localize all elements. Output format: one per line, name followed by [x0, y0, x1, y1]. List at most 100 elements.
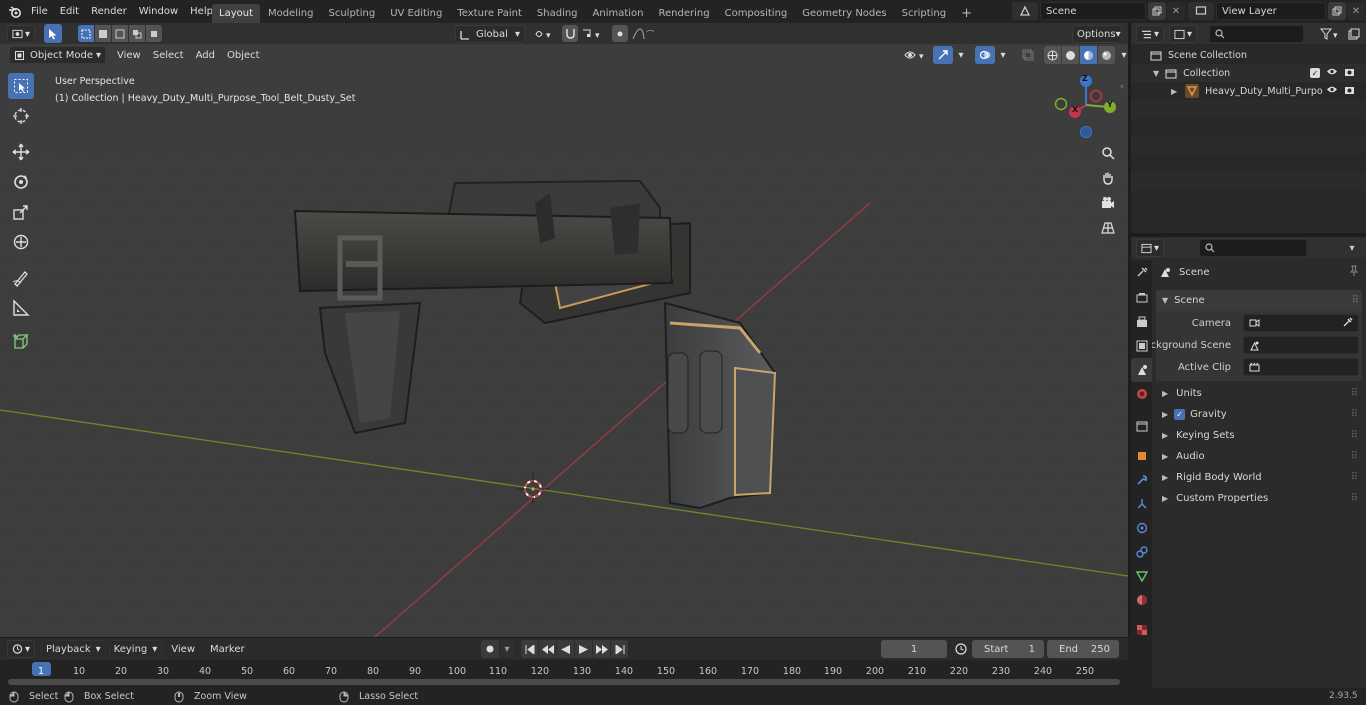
start-frame-field[interactable]: Start 1: [972, 640, 1044, 658]
object-expand-arrow-icon[interactable]: ▶: [1171, 87, 1177, 96]
visibility-icon[interactable]: ▾: [902, 46, 930, 64]
menu-edit[interactable]: Edit: [54, 1, 85, 21]
world-tab-icon[interactable]: [1131, 382, 1152, 406]
falloff-icon[interactable]: ⌒: [630, 25, 656, 42]
tab-layout[interactable]: Layout: [212, 4, 260, 23]
data-tab-icon[interactable]: [1131, 564, 1152, 588]
object-tab-icon[interactable]: [1131, 444, 1152, 468]
frame-ruler[interactable]: 1 10 20 30 40 50 60 70 80 90 100 110 120…: [0, 660, 1128, 678]
tab-shading[interactable]: Shading: [530, 4, 585, 23]
physics-tab-icon[interactable]: [1131, 516, 1152, 540]
copy-view-layer-icon[interactable]: [1328, 2, 1346, 20]
viewport-menu-object[interactable]: Object: [221, 46, 266, 64]
snap-target-icon[interactable]: ▾: [580, 25, 606, 42]
material-tab-icon[interactable]: [1131, 588, 1152, 612]
keying-menu[interactable]: Keying ▾: [108, 640, 163, 658]
section-audio[interactable]: ▶ Audio ⠿: [1156, 446, 1362, 467]
add-cube-tool-icon[interactable]: [8, 329, 34, 355]
close-view-layer-icon[interactable]: ✕: [1347, 2, 1365, 20]
jump-keyframe-forward-icon[interactable]: [593, 640, 610, 658]
tab-sculpting[interactable]: Sculpting: [322, 4, 383, 23]
timeline-body[interactable]: 1 10 20 30 40 50 60 70 80 90 100 110 120…: [0, 660, 1128, 688]
scene-panel-header[interactable]: ▼ Scene ⠿: [1156, 290, 1362, 311]
eyedropper-icon[interactable]: [1343, 317, 1353, 330]
3d-viewport[interactable]: User Perspective (1) Collection | Heavy_…: [0, 23, 1128, 637]
scene-name-field[interactable]: Scene: [1040, 2, 1146, 20]
proportional-edit-icon[interactable]: [612, 25, 628, 42]
tab-modeling[interactable]: Modeling: [261, 4, 321, 23]
collection-render-icon[interactable]: [1344, 67, 1355, 80]
scene-icon[interactable]: [1012, 2, 1038, 20]
object-eye-icon[interactable]: [1326, 85, 1338, 97]
jump-end-icon[interactable]: [611, 640, 628, 658]
gravity-checkbox[interactable]: ✓: [1174, 409, 1186, 420]
constraints-tab-icon[interactable]: [1131, 540, 1152, 564]
rotate-tool-icon[interactable]: [8, 169, 34, 195]
options-dropdown[interactable]: Options ▾: [1072, 25, 1122, 43]
play-icon[interactable]: [575, 640, 592, 658]
solid-shading-icon[interactable]: [1062, 46, 1079, 64]
transform-tool-icon[interactable]: [8, 229, 34, 255]
output-tab-icon[interactable]: [1131, 310, 1152, 334]
new-collection-icon[interactable]: [1345, 25, 1363, 43]
tab-geometry-nodes[interactable]: Geometry Nodes: [795, 4, 893, 23]
tree-row-object[interactable]: ▶ Heavy_Duty_Multi_Purpo: [1131, 82, 1366, 100]
background-scene-field[interactable]: [1243, 336, 1359, 354]
section-keying-sets[interactable]: ▶ Keying Sets ⠿: [1156, 425, 1362, 446]
active-clip-field[interactable]: [1243, 358, 1359, 376]
pivot-point-icon[interactable]: ▾: [532, 25, 556, 42]
section-units[interactable]: ▶ Units ⠿: [1156, 383, 1362, 404]
rendered-shading-icon[interactable]: [1098, 46, 1115, 64]
particles-tab-icon[interactable]: [1131, 492, 1152, 516]
overlay-toggle-icon[interactable]: [975, 46, 995, 64]
display-mode-dropdown[interactable]: ▾: [1169, 25, 1197, 43]
move-tool-icon[interactable]: [8, 139, 34, 165]
outliner-editor-type[interactable]: ▾: [1136, 25, 1164, 43]
camera-field[interactable]: [1243, 314, 1359, 332]
viewport-menu-select[interactable]: Select: [147, 46, 190, 64]
navigation-gizmo[interactable]: Z Y X: [1050, 71, 1122, 143]
timeline-scrollbar[interactable]: [8, 679, 1120, 685]
active-tool-icon[interactable]: [44, 24, 62, 43]
filter-icon[interactable]: ▾: [1317, 25, 1343, 43]
timeline-view-menu[interactable]: View: [165, 640, 201, 658]
cursor-tool-icon[interactable]: [8, 103, 34, 129]
tab-rendering[interactable]: Rendering: [652, 4, 717, 23]
select-extend-icon[interactable]: [95, 25, 111, 42]
tool-tab-icon[interactable]: [1131, 260, 1152, 284]
preview-range-icon[interactable]: [952, 640, 970, 658]
tab-uv-editing[interactable]: UV Editing: [383, 4, 449, 23]
object-render-icon[interactable]: [1344, 85, 1355, 98]
tab-compositing[interactable]: Compositing: [718, 4, 795, 23]
gizmo-toggle-icon[interactable]: [933, 46, 953, 64]
tree-row-collection[interactable]: ▼ Collection ✓: [1131, 64, 1366, 82]
object-mode-dropdown[interactable]: Object Mode ▾: [9, 46, 106, 64]
zoom-icon[interactable]: [1097, 142, 1119, 164]
timeline-editor-type[interactable]: ▾: [7, 640, 35, 658]
overlay-dropdown-icon[interactable]: ▾: [998, 46, 1008, 64]
snap-toggle-icon[interactable]: [562, 25, 578, 42]
measure-tool-icon[interactable]: [8, 295, 34, 321]
drag-handle-icon[interactable]: ⠿: [1352, 295, 1359, 306]
view-layer-field[interactable]: View Layer: [1216, 2, 1326, 20]
section-rigid-body-world[interactable]: ▶ Rigid Body World ⠿: [1156, 467, 1362, 488]
transform-orientation-dropdown[interactable]: Global ▾: [455, 25, 525, 43]
section-custom-properties[interactable]: ▶ Custom Properties ⠿: [1156, 488, 1362, 509]
menu-file[interactable]: File: [25, 1, 54, 21]
close-scene-icon[interactable]: ✕: [1167, 2, 1185, 20]
camera-view-icon[interactable]: [1097, 192, 1119, 214]
render-tab-icon[interactable]: [1131, 286, 1152, 310]
record-icon[interactable]: [481, 640, 499, 658]
select-new-icon[interactable]: [78, 25, 94, 42]
collection-tab-icon[interactable]: [1131, 414, 1152, 438]
select-invert-icon[interactable]: [129, 25, 145, 42]
end-frame-field[interactable]: End 250: [1047, 640, 1119, 658]
tab-scripting[interactable]: Scripting: [895, 4, 953, 23]
playback-menu[interactable]: Playback ▾: [41, 640, 106, 658]
sidebar-toggle-icon[interactable]: ‹: [1120, 82, 1124, 92]
xray-toggle-icon[interactable]: [1019, 46, 1037, 64]
editor-type-dropdown[interactable]: ▾: [7, 25, 35, 43]
blender-logo-icon[interactable]: [6, 3, 24, 20]
keying-options-icon[interactable]: ▾: [500, 640, 514, 658]
viewport-menu-add[interactable]: Add: [190, 46, 221, 64]
